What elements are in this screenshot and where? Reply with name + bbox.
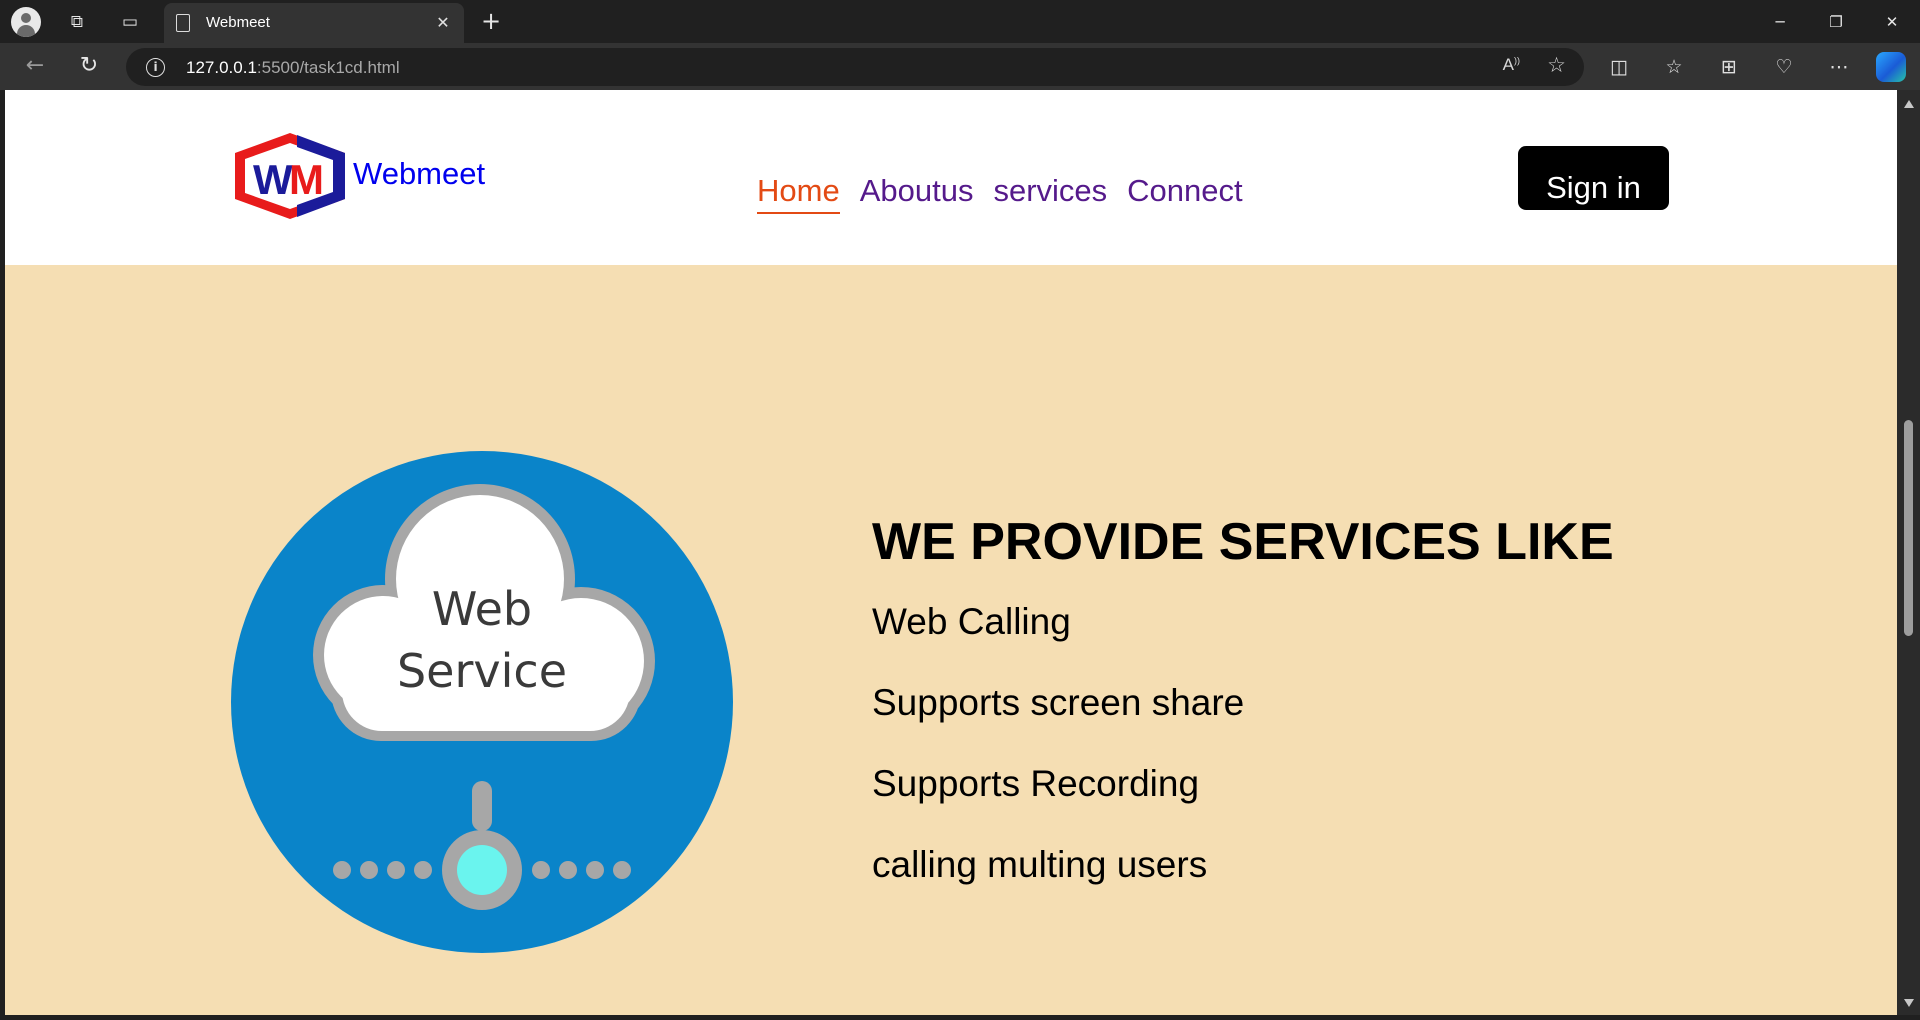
graphic-text-service: Service [397, 644, 567, 698]
back-icon[interactable]: ← [19, 52, 51, 82]
browser-tab[interactable]: Webmeet ✕ [164, 3, 464, 43]
main-nav: Home Aboutus services Connect [757, 173, 1243, 214]
browser-titlebar: ⧉ ▭ Webmeet ✕ + ─ ❐ ✕ [0, 0, 1920, 43]
sign-in-button[interactable]: Sign in [1518, 146, 1669, 210]
address-bar: ← ↻ i 127.0.0.1:5500/task1cd.html A)) ☆ … [0, 43, 1920, 90]
url-field[interactable]: i 127.0.0.1:5500/task1cd.html A)) ☆ [126, 48, 1584, 86]
page-viewport: W M Webmeet Home Aboutus services Connec… [5, 90, 1897, 1015]
reload-icon[interactable]: ↻ [73, 52, 105, 82]
services-section: Web Service WE PROVIDE SERVICES LIKE Web… [5, 265, 1897, 1015]
copilot-icon[interactable] [1876, 52, 1906, 82]
scroll-thumb[interactable] [1904, 420, 1913, 636]
service-item: calling multing users [872, 844, 1208, 885]
favorites-icon[interactable]: ☆ [1658, 51, 1690, 83]
service-item: Web Calling [872, 601, 1071, 642]
logo-letter-w: W [253, 156, 293, 203]
services-list: Web Calling Supports screen share Suppor… [872, 601, 1244, 925]
split-screen-icon[interactable]: ◫ [1603, 51, 1635, 83]
new-tab-icon[interactable]: + [474, 6, 508, 38]
site-header: W M Webmeet Home Aboutus services Connec… [5, 90, 1897, 265]
close-tab-icon[interactable]: ✕ [432, 12, 454, 34]
window-controls: ─ ❐ ✕ [1752, 0, 1920, 43]
browser-essentials-icon[interactable]: ♡ [1768, 51, 1800, 83]
url-text[interactable]: 127.0.0.1:5500/task1cd.html [186, 58, 400, 78]
scroll-down-icon[interactable] [1904, 999, 1914, 1007]
window-close-icon[interactable]: ✕ [1864, 0, 1920, 43]
profile-icon[interactable] [10, 6, 42, 38]
scroll-up-icon[interactable] [1904, 100, 1914, 108]
page-scrollbar[interactable] [1897, 90, 1920, 1015]
workspaces-icon[interactable]: ⧉ [61, 6, 93, 38]
brand-name[interactable]: Webmeet [353, 156, 485, 192]
nav-aboutus[interactable]: Aboutus [860, 173, 974, 214]
nav-home[interactable]: Home [757, 173, 840, 214]
tab-actions-icon[interactable]: ▭ [114, 6, 146, 38]
restore-icon[interactable]: ❐ [1808, 0, 1864, 43]
service-item: Supports screen share [872, 682, 1245, 723]
service-item: Supports Recording [872, 763, 1200, 804]
tab-title: Webmeet [206, 14, 270, 31]
nav-services[interactable]: services [993, 173, 1107, 214]
window-bottom-edge [0, 1015, 1920, 1020]
more-menu-icon[interactable]: ⋯ [1823, 51, 1855, 83]
logo-letter-m: M [289, 156, 324, 203]
nav-connect[interactable]: Connect [1127, 173, 1242, 214]
graphic-text-web: Web [432, 582, 532, 636]
page-icon [176, 14, 190, 32]
web-service-illustration: Web Service [231, 451, 733, 953]
services-heading: WE PROVIDE SERVICES LIKE [872, 513, 1614, 571]
minimize-icon[interactable]: ─ [1752, 0, 1808, 43]
collections-icon[interactable]: ⊞ [1713, 51, 1745, 83]
site-info-icon[interactable]: i [146, 58, 165, 77]
read-aloud-icon[interactable]: A)) [1503, 55, 1520, 75]
webmeet-logo[interactable]: W M [231, 131, 349, 221]
favorite-star-icon[interactable]: ☆ [1547, 53, 1566, 77]
